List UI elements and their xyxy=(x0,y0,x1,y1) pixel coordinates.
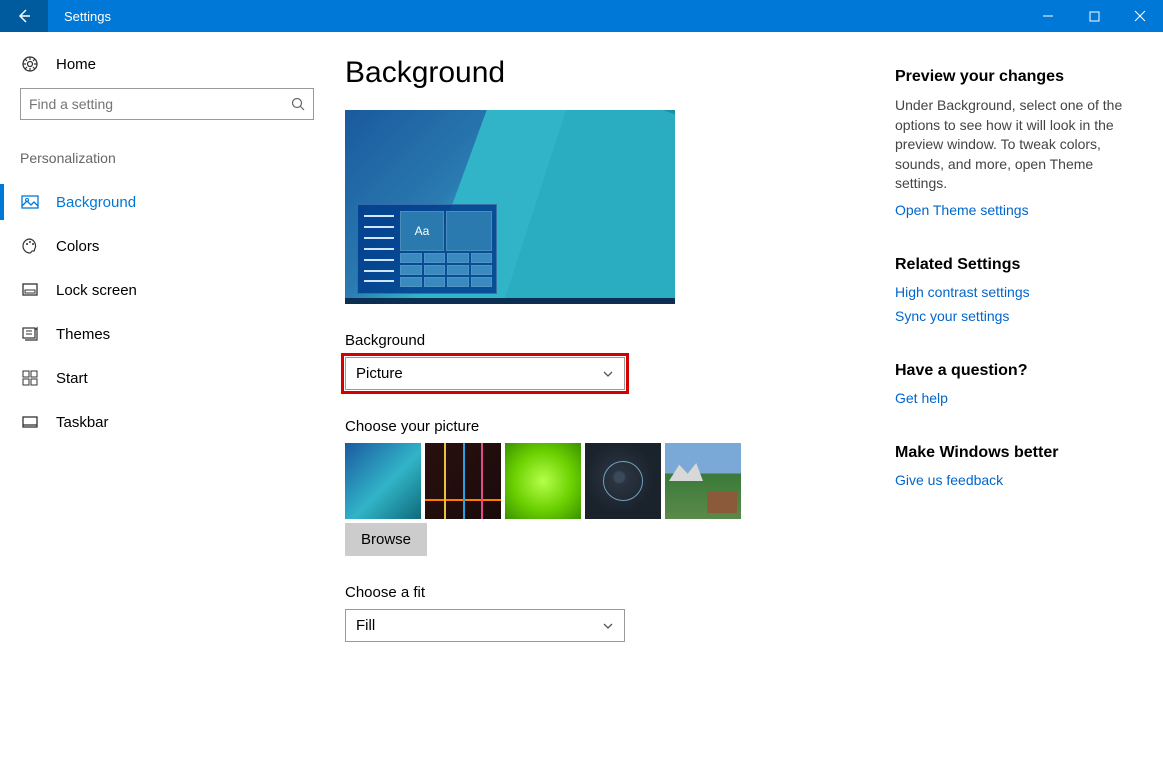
picture-icon xyxy=(20,192,40,212)
picture-thumb-4[interactable] xyxy=(585,443,661,519)
close-button[interactable] xyxy=(1117,0,1163,32)
preview-info-title: Preview your changes xyxy=(895,68,1133,86)
picture-thumb-1[interactable] xyxy=(345,443,421,519)
close-icon xyxy=(1134,10,1146,22)
nav-item-background[interactable]: Background xyxy=(20,180,310,224)
background-label: Background xyxy=(345,332,875,349)
minimize-icon xyxy=(1042,10,1054,22)
background-preview: Aa xyxy=(345,110,675,304)
give-feedback-link[interactable]: Give us feedback xyxy=(895,472,1133,488)
maximize-button[interactable] xyxy=(1071,0,1117,32)
picture-thumb-2[interactable] xyxy=(425,443,501,519)
titlebar: Settings xyxy=(0,0,1163,32)
nav-item-start[interactable]: Start xyxy=(20,356,310,400)
chevron-down-icon xyxy=(602,368,614,380)
palette-icon xyxy=(20,236,40,256)
search-box[interactable] xyxy=(20,88,314,120)
section-label: Personalization xyxy=(20,150,310,166)
nav-label: Background xyxy=(56,194,136,211)
minimize-button[interactable] xyxy=(1025,0,1071,32)
nav-label: Lock screen xyxy=(56,282,137,299)
preview-info-body: Under Background, select one of the opti… xyxy=(895,96,1133,194)
fit-label: Choose a fit xyxy=(345,584,875,601)
sync-settings-link[interactable]: Sync your settings xyxy=(895,308,1133,324)
nav-label: Start xyxy=(56,370,88,387)
fit-dropdown-value: Fill xyxy=(356,617,375,634)
sidebar: Home Personalization Background Colors L… xyxy=(0,32,330,768)
question-title: Have a question? xyxy=(895,362,1133,380)
back-button[interactable] xyxy=(0,0,48,32)
info-column: Preview your changes Under Background, s… xyxy=(875,56,1133,768)
nav-label: Taskbar xyxy=(56,414,109,431)
search-input[interactable] xyxy=(29,96,291,112)
nav-item-taskbar[interactable]: Taskbar xyxy=(20,400,310,444)
background-dropdown[interactable]: Picture xyxy=(345,357,625,390)
page-title: Background xyxy=(345,56,875,90)
high-contrast-link[interactable]: High contrast settings xyxy=(895,284,1133,300)
start-icon xyxy=(20,368,40,388)
maximize-icon xyxy=(1089,11,1100,22)
picture-thumb-5[interactable] xyxy=(665,443,741,519)
nav-label: Colors xyxy=(56,238,99,255)
window-controls xyxy=(1025,0,1163,32)
nav-item-themes[interactable]: Themes xyxy=(20,312,310,356)
nav-item-lockscreen[interactable]: Lock screen xyxy=(20,268,310,312)
nav-label: Themes xyxy=(56,326,110,343)
fit-dropdown[interactable]: Fill xyxy=(345,609,625,642)
related-settings-title: Related Settings xyxy=(895,256,1133,274)
arrow-left-icon xyxy=(16,8,32,24)
browse-button[interactable]: Browse xyxy=(345,523,427,556)
search-icon xyxy=(291,97,305,111)
lockscreen-icon xyxy=(20,280,40,300)
themes-icon xyxy=(20,324,40,344)
open-theme-settings-link[interactable]: Open Theme settings xyxy=(895,202,1133,218)
home-link[interactable]: Home xyxy=(20,48,310,88)
get-help-link[interactable]: Get help xyxy=(895,390,1133,406)
home-icon xyxy=(20,54,40,74)
choose-picture-label: Choose your picture xyxy=(345,418,875,435)
preview-tile-text: Aa xyxy=(400,211,444,251)
picture-thumbnails xyxy=(345,443,875,519)
chevron-down-icon xyxy=(602,620,614,632)
taskbar-icon xyxy=(20,412,40,432)
background-dropdown-value: Picture xyxy=(356,365,403,382)
nav-item-colors[interactable]: Colors xyxy=(20,224,310,268)
window-title: Settings xyxy=(48,0,111,32)
nav-list: Background Colors Lock screen Themes Sta… xyxy=(20,180,310,444)
home-label: Home xyxy=(56,56,96,73)
settings-column: Background Aa Background Picture Choose … xyxy=(345,56,875,768)
feedback-title: Make Windows better xyxy=(895,444,1133,462)
picture-thumb-3[interactable] xyxy=(505,443,581,519)
